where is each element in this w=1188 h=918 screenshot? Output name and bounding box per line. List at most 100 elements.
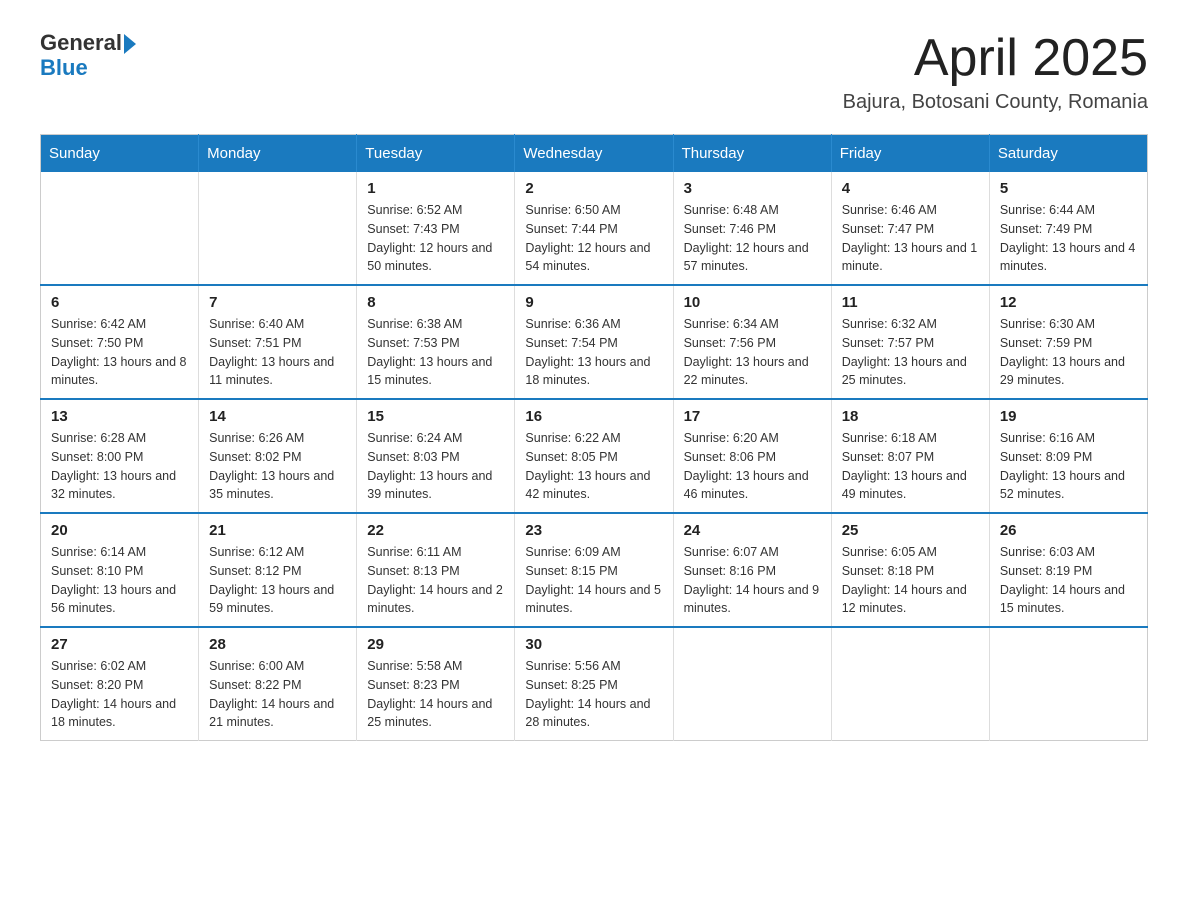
calendar-cell: 28Sunrise: 6:00 AMSunset: 8:22 PMDayligh… (199, 627, 357, 741)
day-info: Sunrise: 6:02 AMSunset: 8:20 PMDaylight:… (51, 657, 188, 732)
calendar-weekday-tuesday: Tuesday (357, 135, 515, 173)
calendar-cell: 26 Sunrise: 6:03 AMSunset: 8:19 PMDayligh… (989, 513, 1147, 627)
logo-general: General (40, 30, 122, 55)
calendar-cell: 8 Sunrise: 6:38 AMSunset: 7:53 PMDaylight… (357, 285, 515, 399)
day-info: Sunrise: 6:42 AMSunset: 7:50 PMDaylight:… (51, 315, 188, 390)
title-section: April 2025 Bajura, Botosani County, Roma… (843, 30, 1148, 114)
day-info: Sunrise: 6:28 AMSunset: 8:00 PMDaylight:… (51, 429, 188, 504)
calendar-cell (989, 627, 1147, 741)
day-number: 5 (1000, 180, 1137, 197)
page-title: April 2025 (843, 30, 1148, 87)
day-info: Sunrise: 6:52 AMSunset: 7:43 PMDaylight:… (367, 201, 504, 276)
calendar-weekday-saturday: Saturday (989, 135, 1147, 173)
day-info: Sunrise: 5:58 AMSunset: 8:23 PMDaylight:… (367, 657, 504, 732)
calendar-cell: 23 Sunrise: 6:09 AMSunset: 8:15 PMDayligh… (515, 513, 673, 627)
day-number: 9 (525, 294, 662, 311)
calendar-header-row: SundayMondayTuesdayWednesdayThursdayFrid… (41, 135, 1148, 173)
day-number: 7 (209, 294, 346, 311)
calendar-cell: 14 Sunrise: 6:26 AMSunset: 8:02 PMDayligh… (199, 399, 357, 513)
logo: General Blue (40, 30, 136, 81)
calendar-table: SundayMondayTuesdayWednesdayThursdayFrid… (40, 134, 1148, 741)
day-number: 14 (209, 408, 346, 425)
day-info: Sunrise: 6:14 AMSunset: 8:10 PMDaylight:… (51, 543, 188, 618)
calendar-cell: 13 Sunrise: 6:28 AMSunset: 8:00 PMDayligh… (41, 399, 199, 513)
day-number: 6 (51, 294, 188, 311)
day-number: 16 (525, 408, 662, 425)
calendar-week-row: 20 Sunrise: 6:14 AMSunset: 8:10 PMDayligh… (41, 513, 1148, 627)
calendar-cell: 22 Sunrise: 6:11 AMSunset: 8:13 PMDayligh… (357, 513, 515, 627)
calendar-cell: 3Sunrise: 6:48 AMSunset: 7:46 PMDaylight… (673, 172, 831, 285)
day-number: 17 (684, 408, 821, 425)
day-info: Sunrise: 6:11 AMSunset: 8:13 PMDaylight:… (367, 543, 504, 618)
day-number: 8 (367, 294, 504, 311)
day-number: 3 (684, 180, 821, 197)
day-number: 25 (842, 522, 979, 539)
day-info: Sunrise: 6:03 AMSunset: 8:19 PMDaylight:… (1000, 543, 1137, 618)
day-info: Sunrise: 6:09 AMSunset: 8:15 PMDaylight:… (525, 543, 662, 618)
calendar-cell: 30Sunrise: 5:56 AMSunset: 8:25 PMDayligh… (515, 627, 673, 741)
calendar-cell (831, 627, 989, 741)
day-info: Sunrise: 6:07 AMSunset: 8:16 PMDaylight:… (684, 543, 821, 618)
calendar-cell (673, 627, 831, 741)
day-number: 1 (367, 180, 504, 197)
day-number: 19 (1000, 408, 1137, 425)
day-number: 18 (842, 408, 979, 425)
page-subtitle: Bajura, Botosani County, Romania (843, 91, 1148, 114)
calendar-weekday-sunday: Sunday (41, 135, 199, 173)
calendar-cell: 24Sunrise: 6:07 AMSunset: 8:16 PMDayligh… (673, 513, 831, 627)
calendar-weekday-thursday: Thursday (673, 135, 831, 173)
calendar-cell: 18 Sunrise: 6:18 AMSunset: 8:07 PMDayligh… (831, 399, 989, 513)
calendar-cell: 11 Sunrise: 6:32 AMSunset: 7:57 PMDayligh… (831, 285, 989, 399)
calendar-cell: 10 Sunrise: 6:34 AMSunset: 7:56 PMDayligh… (673, 285, 831, 399)
day-number: 12 (1000, 294, 1137, 311)
calendar-cell: 5Sunrise: 6:44 AMSunset: 7:49 PMDaylight… (989, 172, 1147, 285)
day-info: Sunrise: 6:20 AMSunset: 8:06 PMDaylight:… (684, 429, 821, 504)
day-number: 27 (51, 636, 188, 653)
day-info: Sunrise: 6:26 AMSunset: 8:02 PMDaylight:… (209, 429, 346, 504)
calendar-week-row: 6 Sunrise: 6:42 AMSunset: 7:50 PMDaylight… (41, 285, 1148, 399)
calendar-cell: 19 Sunrise: 6:16 AMSunset: 8:09 PMDayligh… (989, 399, 1147, 513)
day-number: 13 (51, 408, 188, 425)
day-info: Sunrise: 5:56 AMSunset: 8:25 PMDaylight:… (525, 657, 662, 732)
calendar-week-row: 27 Sunrise: 6:02 AMSunset: 8:20 PMDayligh… (41, 627, 1148, 741)
calendar-cell: 7 Sunrise: 6:40 AMSunset: 7:51 PMDaylight… (199, 285, 357, 399)
calendar-cell: 21Sunrise: 6:12 AMSunset: 8:12 PMDayligh… (199, 513, 357, 627)
calendar-weekday-monday: Monday (199, 135, 357, 173)
day-info: Sunrise: 6:22 AMSunset: 8:05 PMDaylight:… (525, 429, 662, 504)
day-number: 23 (525, 522, 662, 539)
day-number: 26 (1000, 522, 1137, 539)
calendar-cell: 4 Sunrise: 6:46 AMSunset: 7:47 PMDaylight… (831, 172, 989, 285)
day-number: 4 (842, 180, 979, 197)
calendar-cell: 6 Sunrise: 6:42 AMSunset: 7:50 PMDaylight… (41, 285, 199, 399)
day-info: Sunrise: 6:38 AMSunset: 7:53 PMDaylight:… (367, 315, 504, 390)
calendar-week-row: 1 Sunrise: 6:52 AMSunset: 7:43 PMDaylight… (41, 172, 1148, 285)
day-info: Sunrise: 6:34 AMSunset: 7:56 PMDaylight:… (684, 315, 821, 390)
day-number: 11 (842, 294, 979, 311)
day-number: 15 (367, 408, 504, 425)
day-info: Sunrise: 6:05 AMSunset: 8:18 PMDaylight:… (842, 543, 979, 618)
calendar-cell: 27 Sunrise: 6:02 AMSunset: 8:20 PMDayligh… (41, 627, 199, 741)
calendar-cell: 12 Sunrise: 6:30 AMSunset: 7:59 PMDayligh… (989, 285, 1147, 399)
day-info: Sunrise: 6:30 AMSunset: 7:59 PMDaylight:… (1000, 315, 1137, 390)
day-info: Sunrise: 6:24 AMSunset: 8:03 PMDaylight:… (367, 429, 504, 504)
calendar-cell: 25 Sunrise: 6:05 AMSunset: 8:18 PMDayligh… (831, 513, 989, 627)
day-info: Sunrise: 6:40 AMSunset: 7:51 PMDaylight:… (209, 315, 346, 390)
day-info: Sunrise: 6:46 AMSunset: 7:47 PMDaylight:… (842, 201, 979, 276)
day-number: 10 (684, 294, 821, 311)
day-info: Sunrise: 6:32 AMSunset: 7:57 PMDaylight:… (842, 315, 979, 390)
calendar-cell (199, 172, 357, 285)
logo-blue: Blue (40, 55, 136, 80)
calendar-cell: 9Sunrise: 6:36 AMSunset: 7:54 PMDaylight… (515, 285, 673, 399)
calendar-cell: 29Sunrise: 5:58 AMSunset: 8:23 PMDayligh… (357, 627, 515, 741)
day-info: Sunrise: 6:18 AMSunset: 8:07 PMDaylight:… (842, 429, 979, 504)
calendar-cell: 1 Sunrise: 6:52 AMSunset: 7:43 PMDaylight… (357, 172, 515, 285)
day-number: 28 (209, 636, 346, 653)
day-info: Sunrise: 6:50 AMSunset: 7:44 PMDaylight:… (525, 201, 662, 276)
calendar-cell: 16 Sunrise: 6:22 AMSunset: 8:05 PMDayligh… (515, 399, 673, 513)
calendar-cell: 20 Sunrise: 6:14 AMSunset: 8:10 PMDayligh… (41, 513, 199, 627)
page-header: General Blue April 2025 Bajura, Botosani… (40, 30, 1148, 114)
day-number: 22 (367, 522, 504, 539)
day-number: 21 (209, 522, 346, 539)
day-info: Sunrise: 6:16 AMSunset: 8:09 PMDaylight:… (1000, 429, 1137, 504)
day-number: 20 (51, 522, 188, 539)
